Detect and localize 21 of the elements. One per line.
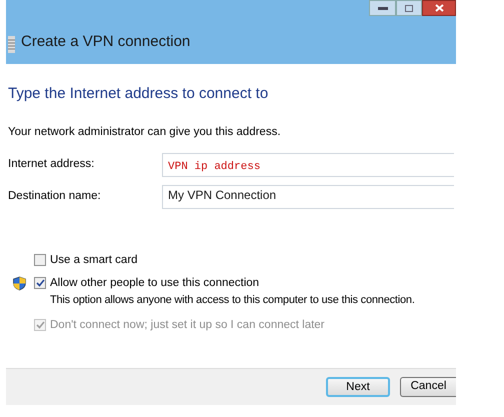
close-button[interactable] bbox=[422, 0, 456, 16]
checkbox-label: Use a smart card bbox=[50, 252, 138, 268]
maximize-button[interactable] bbox=[396, 0, 422, 16]
field-label: Internet address: bbox=[8, 157, 96, 172]
close-icon bbox=[434, 4, 444, 12]
checkbox[interactable] bbox=[34, 276, 46, 289]
page-heading: Type the Internet address to connect to bbox=[8, 84, 270, 104]
window-title: Create a VPN connection bbox=[21, 32, 190, 52]
checkbox[interactable] bbox=[34, 254, 46, 266]
dialog-button[interactable]: Next bbox=[326, 377, 390, 397]
checkbox-label: Allow other people to use this connection bbox=[50, 276, 260, 291]
field-label: Destination name: bbox=[8, 189, 102, 204]
text-field[interactable]: VPN ip address bbox=[162, 152, 454, 177]
option-description: This option allows anyone with access to this computer to use this connection. bbox=[50, 292, 415, 308]
minimize-button[interactable] bbox=[369, 0, 396, 16]
network-icon bbox=[8, 36, 15, 53]
intro-text: Your network administrator can give you this address. bbox=[8, 124, 282, 140]
text-field[interactable]: My VPN Connection bbox=[162, 184, 454, 209]
dialog-button[interactable]: Cancel bbox=[400, 377, 456, 397]
shield-icon bbox=[12, 276, 27, 291]
checkbox-label: Don't connect now; just set it up so I can connect later bbox=[50, 318, 325, 333]
